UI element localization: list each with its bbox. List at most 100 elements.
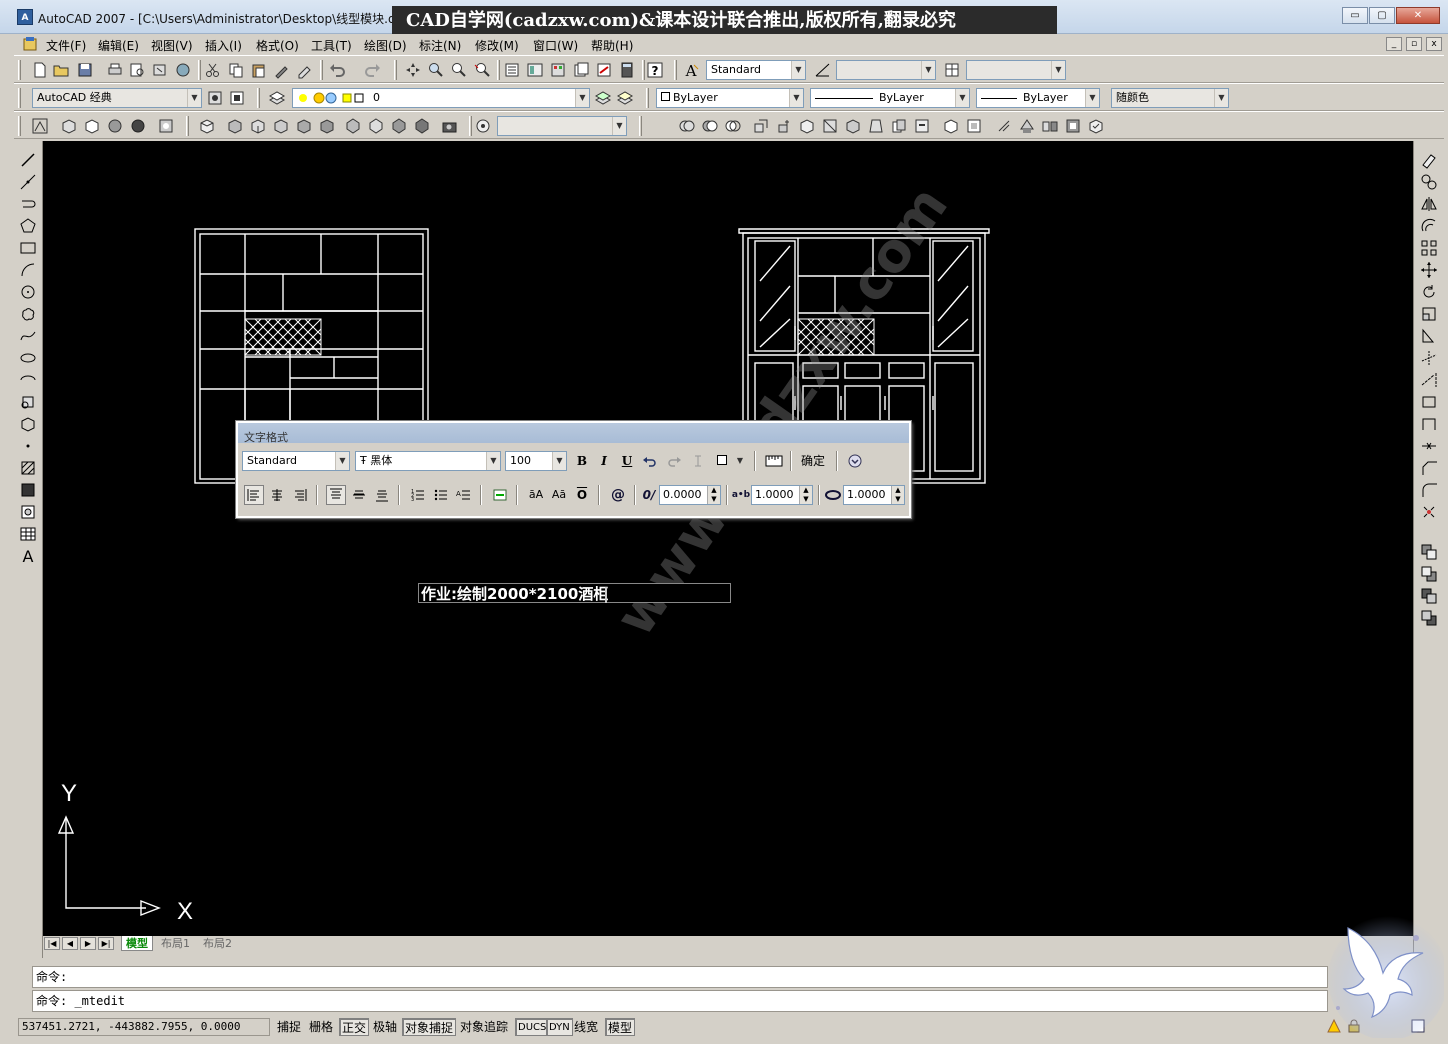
scale-icon[interactable] <box>1420 305 1438 323</box>
oblique-angle-input[interactable]: 0.0000 ▲ ▼ <box>659 485 721 505</box>
box-icon[interactable] <box>60 117 78 135</box>
undo-text-icon[interactable] <box>642 451 658 471</box>
tracking-input[interactable]: 1.0000 ▲ ▼ <box>751 485 813 505</box>
copy-edges-icon[interactable] <box>942 117 960 135</box>
intersect-icon[interactable] <box>724 117 742 135</box>
spin-arrows-icon[interactable]: ▲ ▼ <box>707 486 720 504</box>
color-edges-icon[interactable] <box>965 117 983 135</box>
coordinate-display[interactable]: 537451.2721, -443882.7955, 0.0000 <box>18 1018 270 1036</box>
menu-tools[interactable]: 工具(T) <box>311 37 352 54</box>
layer-previous-icon[interactable] <box>616 89 634 107</box>
plotstyle-select[interactable]: 随颜色 ▼ <box>1111 88 1229 108</box>
paste-icon[interactable] <box>250 61 268 79</box>
extrude-faces-icon[interactable] <box>752 117 770 135</box>
align-center-icon[interactable] <box>267 485 287 505</box>
named-view-select[interactable]: ▼ <box>497 116 627 136</box>
copy-faces-icon[interactable] <box>890 117 908 135</box>
break-at-point-icon[interactable] <box>1420 393 1438 411</box>
menu-edit[interactable]: 编辑(E) <box>98 37 139 54</box>
snap-toggle[interactable]: 捕捉 <box>275 1018 303 1036</box>
text-formatting-title[interactable]: 文字格式 <box>238 423 909 443</box>
dimension-style-select[interactable]: ▼ <box>836 60 936 80</box>
multiline-text-icon[interactable]: A <box>19 547 37 565</box>
subtract-icon[interactable] <box>701 117 719 135</box>
ok-button[interactable]: 确定 <box>796 451 830 471</box>
imprint-icon[interactable] <box>995 117 1013 135</box>
properties-icon[interactable] <box>503 61 521 79</box>
table-style-icon[interactable] <box>943 61 961 79</box>
construction-line-icon[interactable] <box>19 173 37 191</box>
extend-icon[interactable] <box>1420 371 1438 389</box>
draw-order-front-icon[interactable] <box>1420 543 1438 561</box>
numbering-icon[interactable]: 123 <box>408 485 428 505</box>
minimize-button[interactable]: ▭ <box>1342 7 1368 24</box>
symbol-button[interactable]: @ <box>608 485 628 505</box>
insert-block-icon[interactable] <box>19 393 37 411</box>
lineweight-toggle[interactable]: 线宽 <box>572 1018 600 1036</box>
copy-object-icon[interactable] <box>1420 173 1438 191</box>
new-icon[interactable] <box>31 61 49 79</box>
polyline-icon[interactable] <box>19 195 37 213</box>
nw-iso-icon[interactable] <box>413 117 431 135</box>
region-icon[interactable] <box>19 503 37 521</box>
drawing-canvas[interactable]: Y X www.cadzxw.com 作业:绘制2000*2100酒柜 <box>43 141 1413 936</box>
text-style-icon[interactable]: A <box>682 61 700 79</box>
toolbar-grip[interactable] <box>257 88 260 108</box>
sw-iso-icon[interactable] <box>344 117 362 135</box>
lineweight-select[interactable]: ByLayer ▼ <box>976 88 1100 108</box>
ruler-icon[interactable] <box>764 451 784 471</box>
view-top-icon[interactable] <box>198 117 216 135</box>
view-front-icon[interactable] <box>295 117 313 135</box>
designcenter-icon[interactable] <box>526 61 544 79</box>
mtext-content[interactable]: 作业:绘制2000*2100酒柜 <box>421 584 608 604</box>
menu-draw[interactable]: 绘图(D) <box>364 37 407 54</box>
valign-top-icon[interactable] <box>326 485 346 505</box>
view-right-icon[interactable] <box>272 117 290 135</box>
print-preview-icon[interactable] <box>128 61 146 79</box>
last-tab-icon[interactable]: ▶| <box>98 937 114 950</box>
move-icon[interactable] <box>1420 261 1438 279</box>
tab-model[interactable]: 模型 <box>121 936 153 951</box>
wedge-icon[interactable] <box>83 117 101 135</box>
view-bottom-icon[interactable] <box>226 117 244 135</box>
revision-cloud-icon[interactable] <box>19 305 37 323</box>
first-tab-icon[interactable]: |◀ <box>44 937 60 950</box>
toolbar-grip[interactable] <box>646 88 649 108</box>
spline-icon[interactable] <box>19 327 37 345</box>
match-properties-icon[interactable] <box>273 61 291 79</box>
3d-dwf-icon[interactable] <box>174 61 192 79</box>
prev-tab-icon[interactable]: ◀ <box>62 937 78 950</box>
move-faces-icon[interactable] <box>775 117 793 135</box>
color-faces-icon[interactable] <box>913 117 931 135</box>
overline-button[interactable]: O <box>572 485 592 505</box>
arc-icon[interactable] <box>19 261 37 279</box>
save-icon[interactable] <box>76 61 94 79</box>
menu-dimension[interactable]: 标注(N) <box>419 37 461 54</box>
spin-arrows-icon[interactable]: ▲ ▼ <box>891 486 904 504</box>
dyn-toggle[interactable]: DYN <box>546 1018 573 1036</box>
osnap-toggle[interactable]: 对象捕捉 <box>402 1018 457 1036</box>
lowercase-button[interactable]: Aā <box>549 485 569 505</box>
explode-icon[interactable] <box>1420 503 1438 521</box>
tf-font-select[interactable]: Ŧ 黑体 ▼ <box>355 451 501 471</box>
grid-toggle[interactable]: 栅格 <box>307 1018 335 1036</box>
zoom-realtime-icon[interactable] <box>427 61 445 79</box>
line-icon[interactable] <box>19 151 37 169</box>
render-icon[interactable] <box>157 117 175 135</box>
drawing-document-icon[interactable] <box>22 36 38 52</box>
break-icon[interactable] <box>1420 415 1438 433</box>
doc-minimize-button[interactable]: _ <box>1386 37 1402 51</box>
offset-faces-icon[interactable] <box>798 117 816 135</box>
align-left-icon[interactable] <box>244 485 264 505</box>
doc-close-button[interactable]: x <box>1426 37 1442 51</box>
tool-palettes-icon[interactable] <box>549 61 567 79</box>
undo-icon[interactable] <box>328 61 346 79</box>
mirror-icon[interactable] <box>1420 195 1438 213</box>
toolbar-grip[interactable] <box>186 116 189 136</box>
table-icon[interactable] <box>19 525 37 543</box>
menu-view[interactable]: 视图(V) <box>151 37 193 54</box>
zoom-previous-icon[interactable] <box>473 61 491 79</box>
redo-text-icon[interactable] <box>666 451 682 471</box>
block-editor-icon[interactable] <box>296 61 314 79</box>
menu-insert[interactable]: 插入(I) <box>205 37 242 54</box>
